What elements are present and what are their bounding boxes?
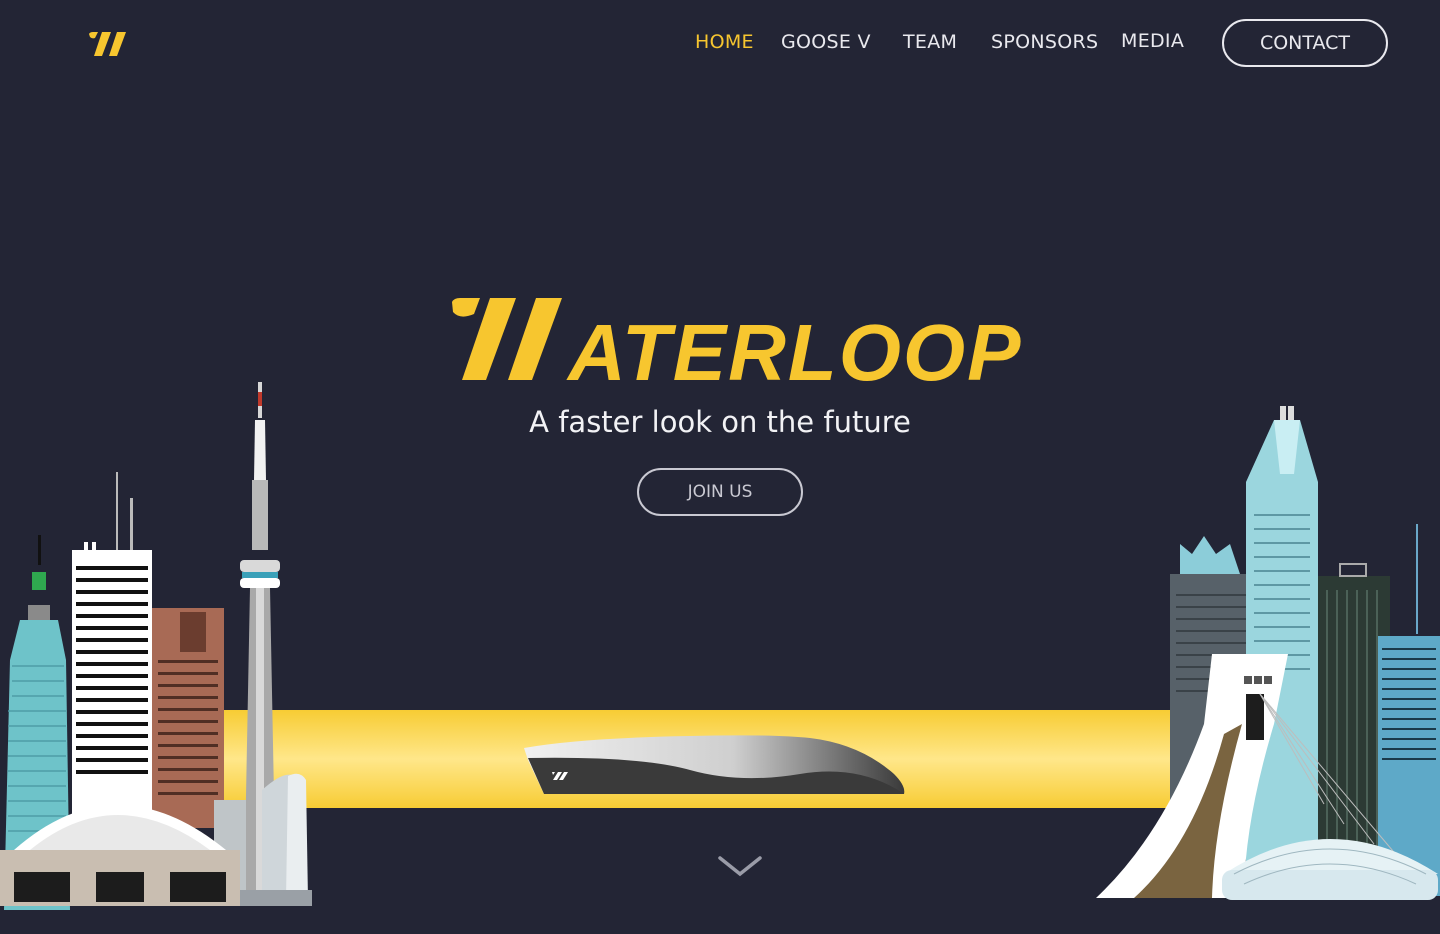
hyperloop-pod-image (524, 735, 905, 794)
toronto-skyline-illustration (0, 382, 312, 910)
contact-button[interactable]: CONTACT (1222, 19, 1388, 67)
nav-home[interactable]: HOME (695, 31, 754, 53)
join-us-button[interactable]: JOIN US (637, 468, 803, 516)
top-nav: HOME GOOSE V TEAM SPONSORS MEDIA CONTACT (0, 0, 1440, 86)
waterloop-wordmark: ATERLOOP (452, 298, 1023, 386)
nav-team[interactable]: TEAM (903, 31, 957, 53)
montreal-skyline-illustration (1096, 406, 1440, 900)
nav-goose-v[interactable]: GOOSE V (781, 31, 871, 53)
nav-media[interactable]: MEDIA (1121, 30, 1184, 52)
nav-sponsors[interactable]: SPONSORS (991, 31, 1098, 53)
chevron-down-icon[interactable] (716, 852, 764, 880)
wordmark-text: ATERLOOP (566, 308, 1023, 386)
